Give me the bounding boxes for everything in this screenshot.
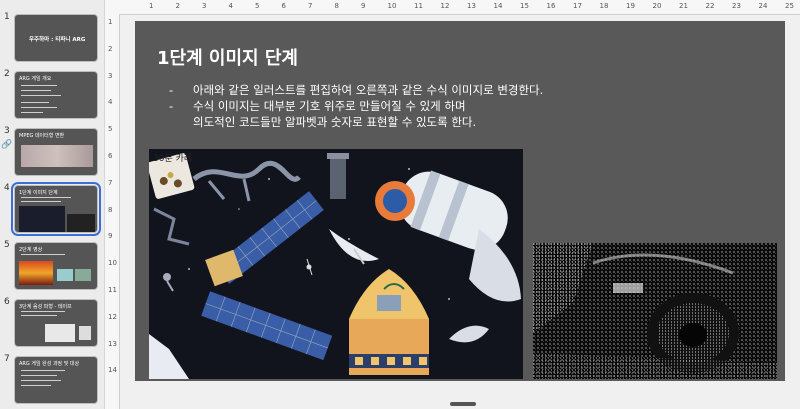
thumbnail-image	[45, 324, 75, 342]
thumbnail-row-7[interactable]: 7 ARG 게임 완성 과정 및 대상	[0, 354, 104, 406]
ruler-number: 20	[652, 2, 662, 10]
thumbnail-number: 3	[4, 126, 10, 136]
ruler-number: 11	[108, 286, 117, 294]
ruler-number: 22	[705, 2, 715, 10]
thumbnail-image	[19, 206, 65, 232]
ruler-number: 4	[228, 2, 233, 10]
slide-canvas[interactable]: 1단계 이미지 단계 - 아래와 같은 일러스트를 편집하여 오른쪽과 같은 수식…	[135, 21, 785, 381]
ruler-number: 13	[108, 339, 117, 348]
thumbnail-title: 우주하마 : 티파니 ARG	[29, 37, 86, 43]
ruler-number: 18	[599, 2, 609, 10]
thumbnail-number: 2	[4, 69, 10, 79]
thumbnail-slide-5[interactable]: 2단계 영상	[14, 242, 98, 290]
slide-title[interactable]: 1단계 이미지 단계	[157, 44, 298, 70]
ruler-number: 11	[414, 2, 423, 10]
ruler-number: 16	[546, 2, 556, 10]
thumbnail-row-4[interactable]: 4 1단계 이미지 단계	[0, 182, 104, 236]
thumbnail-number: 7	[4, 354, 10, 364]
ruler-number: 21	[679, 2, 688, 10]
ruler-number: 6	[108, 152, 113, 160]
ruler-number: 14	[108, 366, 117, 375]
ruler-number: 12	[440, 2, 450, 10]
scroll-indicator[interactable]	[450, 402, 476, 406]
ruler-number: 1	[149, 2, 154, 10]
bullet-item-2[interactable]: - 수식 이미지는 대부분 기호 위주로 만들어질 수 있게 하며	[169, 98, 466, 114]
bullet-text: 의도적인 코드들만 알파벳과 숫자로 표현할 수 있도록 한다.	[193, 115, 477, 129]
thumbnail-title: ARG 게임 개요	[19, 76, 52, 82]
thumbnail-slide-2[interactable]: ARG 게임 개요	[14, 71, 98, 119]
bullet-text: 아래와 같은 일러스트를 편집하여 오른쪽과 같은 수식 이미지로 변경한다.	[193, 83, 544, 97]
thumbnail-image	[75, 269, 91, 281]
ruler-number: 1	[108, 18, 113, 26]
vertical-ruler[interactable]: 1 2 3 4 5 6 7 8 9 10 11 12 13 14	[105, 14, 120, 409]
thumbnail-title: 3단계 음성 파형 - 테이프	[19, 304, 72, 310]
ruler-number: 8	[108, 205, 113, 214]
ruler-number: 2	[108, 44, 113, 53]
ruler-number: 15	[520, 2, 529, 10]
thumbnail-row-6[interactable]: 6 3단계 음성 파형 - 테이프	[0, 297, 104, 349]
ruler-number: 12	[108, 312, 117, 321]
thumbnail-title: 1단계 이미지 단계	[19, 190, 58, 196]
ruler-number: 4	[108, 98, 113, 107]
ruler-number: 5	[108, 125, 113, 134]
ruler-number: 24	[758, 2, 768, 10]
thumbnail-title: MPEG 데이터형 변환	[19, 133, 65, 139]
thumbnail-number: 6	[4, 297, 10, 307]
ruler-number: 5	[255, 2, 260, 10]
bullet-continuation[interactable]: 의도적인 코드들만 알파벳과 숫자로 표현할 수 있도록 한다.	[169, 114, 476, 130]
thumbnail-title: ARG 게임 완성 과정 및 대상	[19, 361, 80, 367]
thumbnail-row-3[interactable]: 3 🔗 MPEG 데이터형 변환	[0, 126, 104, 178]
ruler-number: 10	[387, 2, 397, 10]
thumbnail-row-5[interactable]: 5 2단계 영상	[0, 240, 104, 292]
ruler-number: 6	[281, 2, 286, 10]
ruler-number: 9	[361, 2, 366, 10]
thumbnail-image	[19, 261, 53, 285]
thumbnail-image	[79, 326, 91, 340]
thumbnail-row-1[interactable]: 1 우주하마 : 티파니 ARG	[0, 12, 104, 64]
ascii-symbol-art	[533, 243, 777, 379]
ruler-number: 7	[108, 178, 113, 187]
thumbnail-number: 4	[4, 183, 10, 193]
ruler-number: 19	[626, 2, 635, 10]
space-illustration-art: 30분 카레	[149, 153, 521, 379]
thumbnail-slide-7[interactable]: ARG 게임 완성 과정 및 대상	[14, 356, 98, 404]
ruler-number: 23	[732, 2, 741, 10]
thumbnail-title: 2단계 영상	[19, 247, 43, 253]
ruler-number: 8	[334, 2, 339, 10]
thumbnail-image	[57, 269, 73, 281]
thumbnail-row-2[interactable]: 2 ARG 게임 개요	[0, 69, 104, 121]
illustration-label: 30분 카레	[153, 153, 192, 164]
ruler-number: 14	[493, 2, 503, 10]
ruler-number: 2	[175, 2, 180, 10]
ruler-number: 25	[785, 2, 794, 10]
horizontal-ruler[interactable]: 1 2 3 4 5 6 7 8 9 10 11 12 13 14 15 16 17 18 19 20 21 22 23 24 2…	[105, 0, 800, 15]
ruler-number: 17	[573, 2, 582, 10]
thumbnail-slide-3[interactable]: MPEG 데이터형 변환	[14, 128, 98, 176]
thumbnail-number: 1	[4, 12, 10, 22]
ruler-number: 7	[308, 2, 313, 10]
ruler-number: 3	[202, 2, 207, 10]
thumbnail-number: 5	[4, 240, 10, 250]
ruler-number: 3	[108, 71, 113, 80]
ascii-symbol-image[interactable]	[533, 243, 777, 379]
ruler-number: 10	[108, 259, 117, 268]
link-icon: 🔗	[1, 140, 13, 150]
ruler-number: 9	[108, 232, 113, 241]
thumbnail-slide-1[interactable]: 우주하마 : 티파니 ARG	[14, 14, 98, 62]
thumbnail-slide-4[interactable]: 1단계 이미지 단계	[11, 182, 101, 236]
ruler-number: 13	[467, 2, 476, 10]
bullet-item-1[interactable]: - 아래와 같은 일러스트를 편집하여 오른쪽과 같은 수식 이미지로 변경한다.	[169, 82, 543, 98]
thumbnail-slide-6[interactable]: 3단계 음성 파형 - 테이프	[14, 299, 98, 347]
space-illustration[interactable]: 30분 카레	[149, 149, 523, 379]
thumbnail-image	[67, 214, 95, 232]
slide-thumbnail-panel: 1 우주하마 : 티파니 ARG 2 ARG 게임 개요 3 🔗 MPEG 데이…	[0, 0, 105, 409]
bullet-text: 수식 이미지는 대부분 기호 위주로 만들어질 수 있게 하며	[193, 99, 466, 113]
thumbnail-image	[21, 145, 93, 167]
